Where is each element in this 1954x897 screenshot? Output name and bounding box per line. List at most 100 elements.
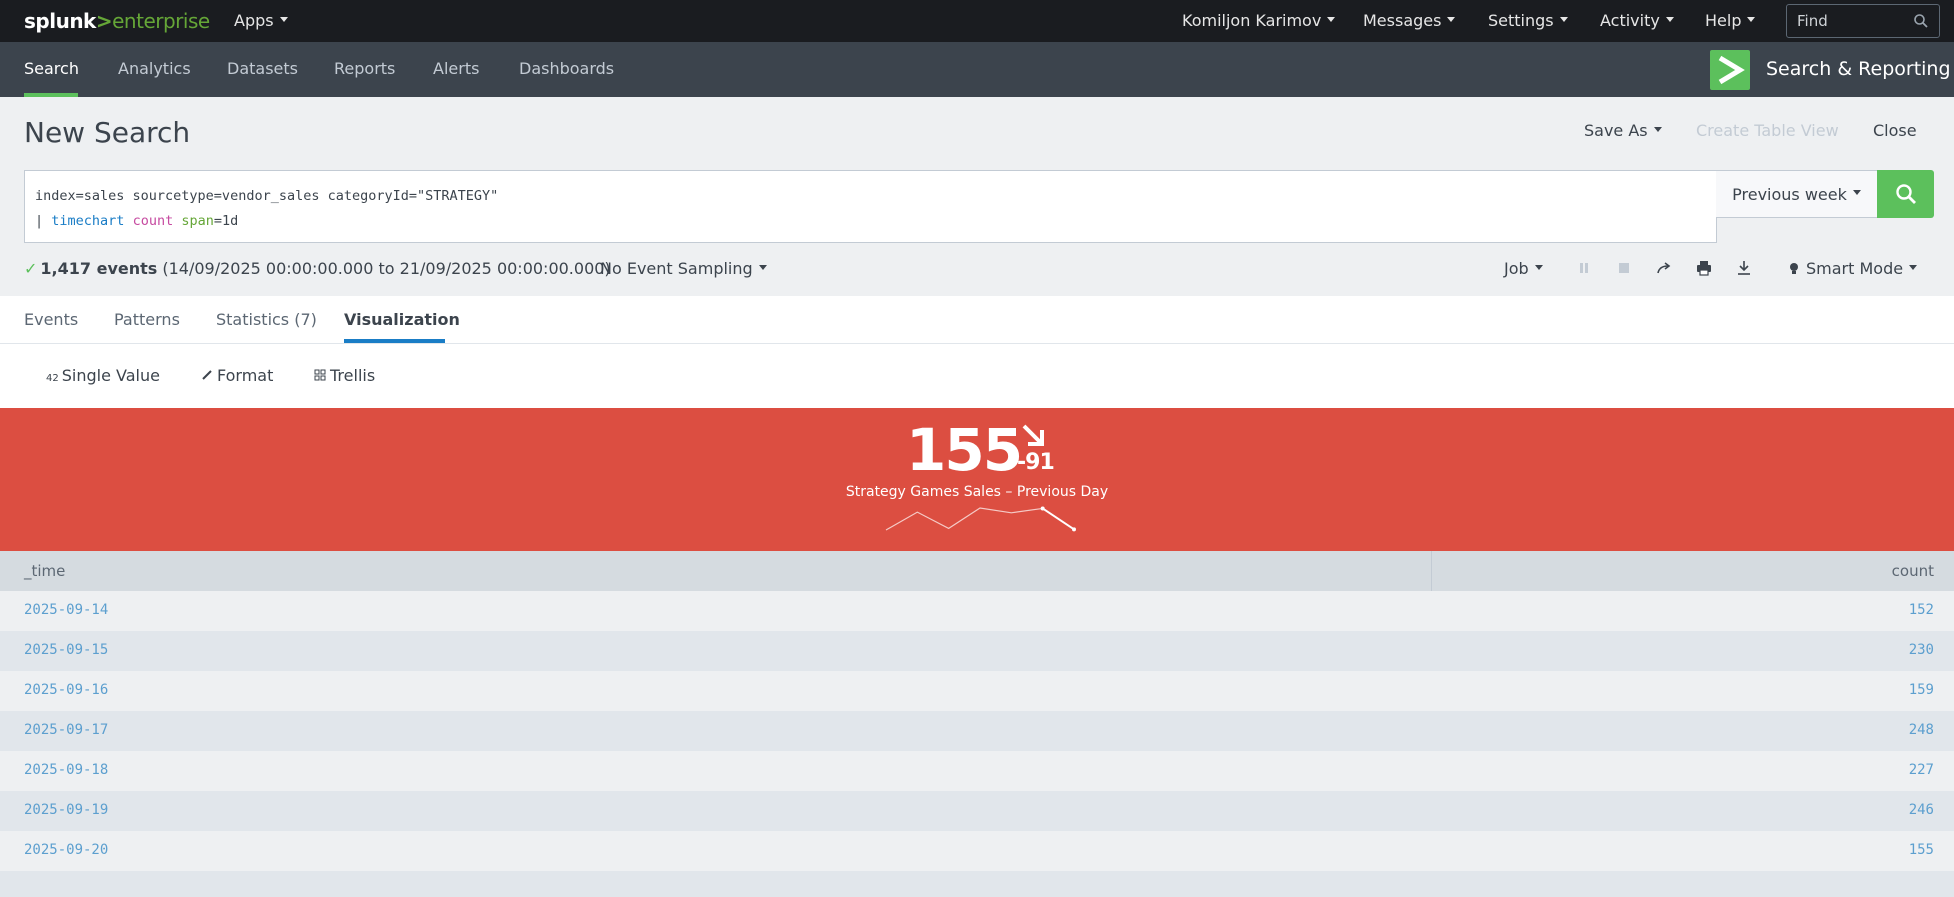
chevron-down-icon — [279, 17, 288, 22]
table-row[interactable]: 2025-09-14 152 — [0, 591, 1954, 631]
splunk-logo[interactable]: splunk>enterprise — [24, 9, 210, 33]
create-table-view-button[interactable]: Create Table View — [1696, 121, 1839, 140]
trellis-label: Trellis — [330, 366, 376, 385]
find-input[interactable]: Find — [1786, 4, 1940, 38]
tab-active-indicator — [344, 339, 445, 343]
help-label: Help — [1705, 11, 1742, 30]
nav-datasets[interactable]: Datasets — [227, 59, 298, 78]
cell-count[interactable]: 155 — [1909, 842, 1934, 858]
table-row[interactable]: 2025-09-20 155 — [0, 831, 1954, 871]
pencil-icon — [202, 370, 212, 380]
single-value-picker[interactable]: 42 Single Value — [46, 366, 160, 385]
chevron-down-icon — [1909, 265, 1918, 270]
job-menu[interactable]: Job — [1504, 259, 1543, 278]
close-button[interactable]: Close — [1873, 121, 1917, 140]
query-command: timechart — [51, 213, 125, 229]
cell-count[interactable]: 152 — [1909, 602, 1934, 618]
apps-label: Apps — [234, 11, 274, 30]
user-name: Komiljon Karimov — [1182, 11, 1322, 30]
trellis-button[interactable]: Trellis — [314, 366, 375, 385]
activity-menu[interactable]: Activity — [1600, 11, 1674, 30]
event-count: 1,417 events — [40, 259, 158, 278]
logo-splunk-text: splunk — [24, 9, 96, 33]
sampling-label: No Event Sampling — [600, 259, 753, 278]
query-line-2: | timechart count span=1d — [35, 209, 1706, 234]
table-row-empty — [0, 871, 1954, 897]
nav-reports[interactable]: Reports — [334, 59, 395, 78]
single-value-visualization: 155 -91 Strategy Games Sales – Previous … — [0, 408, 1954, 551]
cell-time[interactable]: 2025-09-16 — [24, 682, 108, 698]
help-menu[interactable]: Help — [1705, 11, 1756, 30]
table-row[interactable]: 2025-09-16 159 — [0, 671, 1954, 711]
format-button[interactable]: Format — [201, 366, 273, 385]
page-title: New Search — [24, 116, 191, 149]
search-mode-label: Smart Mode — [1806, 259, 1904, 278]
print-icon[interactable] — [1695, 259, 1713, 277]
messages-label: Messages — [1363, 11, 1442, 30]
tab-visualization[interactable]: Visualization — [344, 310, 460, 329]
search-query-input[interactable]: index=sales sourcetype=vendor_sales cate… — [24, 170, 1717, 243]
app-bar: Search Analytics Datasets Reports Alerts… — [0, 42, 1954, 97]
nav-alerts[interactable]: Alerts — [433, 59, 479, 78]
settings-menu[interactable]: Settings — [1488, 11, 1568, 30]
apps-menu[interactable]: Apps — [234, 11, 288, 30]
app-title[interactable]: Search & Reporting — [1766, 58, 1951, 80]
table-row[interactable]: 2025-09-18 227 — [0, 751, 1954, 791]
cell-time[interactable]: 2025-09-19 — [24, 802, 108, 818]
nav-analytics[interactable]: Analytics — [118, 59, 191, 78]
chevron-down-icon — [1447, 17, 1456, 22]
column-header-time[interactable]: _time — [0, 551, 1432, 591]
cell-count[interactable]: 227 — [1909, 762, 1934, 778]
user-menu[interactable]: Komiljon Karimov — [1182, 11, 1336, 30]
chevron-down-icon — [1665, 17, 1674, 22]
logo-chevron: > — [95, 9, 113, 33]
nav-search[interactable]: Search — [24, 59, 79, 78]
sparkline — [885, 506, 1076, 532]
sparkline-point — [1040, 506, 1045, 511]
tab-events[interactable]: Events — [24, 310, 78, 329]
tab-patterns[interactable]: Patterns — [114, 310, 180, 329]
save-as-button[interactable]: Save As — [1584, 121, 1662, 140]
chevron-down-icon — [1534, 265, 1543, 270]
sparkline-last-segment — [1042, 507, 1075, 531]
messages-menu[interactable]: Messages — [1363, 11, 1456, 30]
single-value-label: Single Value — [61, 366, 160, 385]
time-range-picker[interactable]: Previous week — [1716, 170, 1878, 218]
export-icon[interactable] — [1735, 259, 1753, 277]
table-row[interactable]: 2025-09-17 248 — [0, 711, 1954, 751]
cell-time[interactable]: 2025-09-18 — [24, 762, 108, 778]
nav-dashboards[interactable]: Dashboards — [519, 59, 614, 78]
search-mode-dropdown[interactable]: Smart Mode — [1788, 259, 1918, 278]
cell-count[interactable]: 248 — [1909, 722, 1934, 738]
event-sampling-dropdown[interactable]: No Event Sampling — [600, 259, 767, 278]
cell-time[interactable]: 2025-09-20 — [24, 842, 108, 858]
share-icon[interactable] — [1655, 259, 1673, 277]
chevron-down-icon — [758, 265, 767, 270]
sparkline-point — [1072, 527, 1076, 532]
check-icon: ✓ — [24, 259, 38, 278]
lightbulb-icon — [1790, 263, 1798, 274]
cell-time[interactable]: 2025-09-15 — [24, 642, 108, 658]
single-value-delta: -91 — [1017, 450, 1055, 475]
tab-statistics[interactable]: Statistics (7) — [216, 310, 317, 329]
search-icon — [1895, 184, 1916, 204]
search-button[interactable] — [1877, 170, 1934, 218]
query-function: count — [132, 213, 174, 229]
cell-count[interactable]: 246 — [1909, 802, 1934, 818]
find-placeholder: Find — [1797, 12, 1828, 30]
cell-time[interactable]: 2025-09-14 — [24, 602, 108, 618]
column-header-count[interactable]: count — [1432, 551, 1954, 591]
query-line-1: index=sales sourcetype=vendor_sales cate… — [35, 188, 499, 204]
stop-icon[interactable] — [1615, 259, 1633, 277]
nav-active-indicator — [24, 93, 78, 97]
app-logo-icon — [1710, 50, 1750, 90]
chevron-down-icon — [1559, 17, 1568, 22]
cell-count[interactable]: 159 — [1909, 682, 1934, 698]
top-bar: splunk>enterprise Apps Komiljon Karimov … — [0, 0, 1954, 42]
table-row[interactable]: 2025-09-19 246 — [0, 791, 1954, 831]
query-argument: span — [181, 213, 214, 229]
cell-time[interactable]: 2025-09-17 — [24, 722, 108, 738]
pause-icon[interactable] — [1575, 259, 1593, 277]
cell-count[interactable]: 230 — [1909, 642, 1934, 658]
table-row[interactable]: 2025-09-15 230 — [0, 631, 1954, 671]
